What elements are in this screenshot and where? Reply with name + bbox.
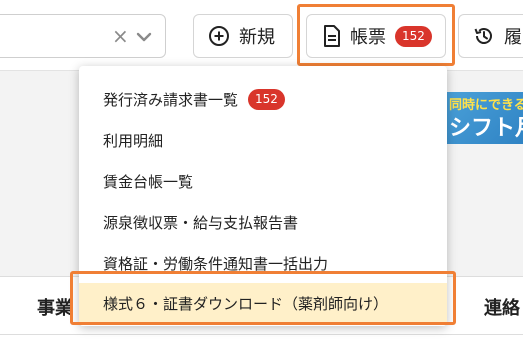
report-button-highlight [297, 4, 455, 66]
menu-item-label: 源泉徴収票・給与支払報告書 [103, 213, 299, 232]
menu-item-withholding-slip[interactable]: 源泉徴収票・給与支払報告書 [79, 202, 447, 242]
menu-item-label: 利用明細 [103, 131, 164, 150]
menu-item-highlight [70, 271, 456, 325]
clear-icon[interactable]: × [112, 26, 129, 46]
new-button-label: 新規 [239, 27, 275, 48]
column-header-contact: 連絡 [484, 298, 520, 319]
invoice-count-badge: 152 [248, 88, 285, 110]
menu-item-label: 発行済み請求書一覧 [103, 90, 239, 109]
history-button[interactable]: 履 [458, 14, 523, 58]
menu-item-label: 賃金台帳一覧 [103, 172, 194, 191]
menu-item-issued-invoices[interactable]: 発行済み請求書一覧 152 [79, 79, 447, 119]
history-button-label: 履 [504, 27, 522, 48]
chevron-down-icon[interactable] [135, 28, 153, 46]
promo-banner[interactable]: 同時にできる シフト月 [447, 92, 523, 144]
menu-item-wage-ledger[interactable]: 賃金台帳一覧 [79, 161, 447, 201]
menu-item-usage-details[interactable]: 利用明細 [79, 120, 447, 160]
facility-select[interactable]: × [0, 14, 166, 58]
history-icon [474, 28, 492, 44]
banner-line2: シフト月 [449, 116, 523, 141]
plus-circle-icon [209, 26, 229, 46]
new-button[interactable]: 新規 [193, 14, 293, 58]
column-header-business: 事業 [37, 298, 73, 319]
